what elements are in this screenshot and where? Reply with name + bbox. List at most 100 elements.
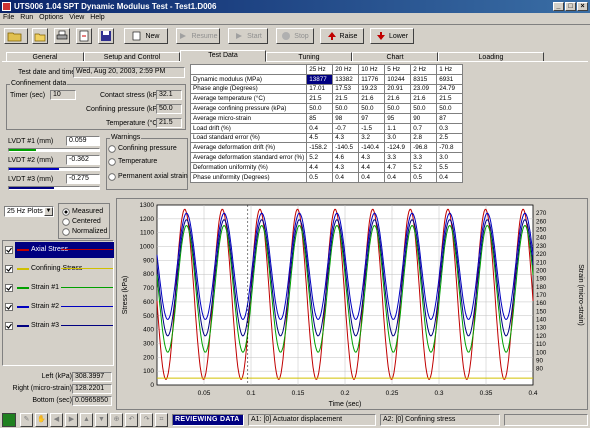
y2-tick-label: 260 <box>536 218 547 225</box>
y-tick-label: 1200 <box>140 216 155 223</box>
warning-indicator-icon <box>108 145 116 153</box>
plot-frequency-select[interactable]: 25 Hz Plots ▼ <box>4 206 54 217</box>
radio-normalized[interactable]: Normalized <box>62 227 110 237</box>
arrow-left-icon[interactable]: ◀ <box>50 413 63 427</box>
legend-item-strain-2[interactable]: Strain #2 <box>4 299 114 315</box>
legend-swatch-row: Strain #3 <box>15 318 114 334</box>
open-button[interactable] <box>32 28 48 44</box>
table-cell: 4.5 <box>306 132 334 144</box>
table-row: Phase angle (Degrees) 17.01 17.53 19.23 20.9… <box>189 83 464 95</box>
table-row: Load standard error (%) 4.5 4.3 3.2 3.0 2.8 2.… <box>189 132 464 144</box>
ruler-icon[interactable]: ⌗ <box>155 413 168 427</box>
resume-icon <box>180 33 187 39</box>
table-cell: 50.0 <box>410 103 438 114</box>
minimize-button[interactable]: _ <box>553 2 564 11</box>
export-button[interactable] <box>76 28 92 44</box>
y-tick-label: 800 <box>143 271 154 278</box>
tool-icon[interactable]: ✎ <box>20 413 33 427</box>
radio-centered[interactable]: Centered <box>62 217 110 227</box>
arrow-right-icon[interactable]: ▶ <box>65 413 78 427</box>
y2-tick-label: 270 <box>536 210 547 217</box>
undo-icon[interactable]: ↶ <box>125 413 138 427</box>
checkbox-checked-icon[interactable] <box>5 246 13 254</box>
start-button[interactable]: Start <box>228 28 268 44</box>
table-cell: 20.91 <box>384 83 412 95</box>
chart-svg[interactable]: 0.05 0.1 0.15 0.2 0.25 0.3 0.35 0.4 0 100 200 300 40… <box>117 199 589 411</box>
maximize-button[interactable]: □ <box>565 2 576 11</box>
y-tick-label: 600 <box>143 299 154 306</box>
raise-button[interactable]: Raise <box>320 28 364 44</box>
table-cell: 21.6 <box>384 93 412 105</box>
legend-swatch-row: Axial Stress <box>15 242 114 258</box>
checkbox-checked-icon[interactable] <box>5 265 13 273</box>
legend-line-icon <box>61 268 113 269</box>
arrow-up-icon[interactable]: ▲ <box>80 413 93 427</box>
readout-label: Bottom (sec) <box>32 397 72 404</box>
print-button[interactable] <box>54 28 70 44</box>
new-button[interactable]: New <box>124 28 168 44</box>
warning-label: Permanent axial strain <box>118 173 188 180</box>
radio-measured[interactable]: Measured <box>62 207 110 217</box>
menu-help[interactable]: Help <box>87 13 107 23</box>
menu-options[interactable]: Options <box>36 13 66 23</box>
folder-icon <box>7 32 22 42</box>
legend-line-icon <box>17 306 29 308</box>
menu-file[interactable]: File <box>0 13 17 23</box>
redo-icon[interactable]: ↷ <box>140 413 153 427</box>
timer-label: Timer (sec) <box>10 92 46 99</box>
checkbox-checked-icon[interactable] <box>5 322 13 330</box>
legend-item-strain-1[interactable]: Strain #1 <box>4 280 114 296</box>
row-header: Average temperature (°C) <box>189 93 308 105</box>
zoom-icon[interactable]: ⊕ <box>110 413 123 427</box>
confining-pressure-label: Confining pressure (kPa) <box>86 106 164 113</box>
table-cell: 21.5 <box>436 93 464 105</box>
lvdt3-bar-fill <box>9 187 54 189</box>
column-header: 2 Hz <box>410 64 438 75</box>
x-tick-label: 0.25 <box>386 390 399 397</box>
y2-tick-label: 110 <box>536 341 546 348</box>
readout-row: Left (kPa) 308.3997 <box>2 372 114 383</box>
y2-tick-label: 140 <box>536 317 547 324</box>
table-row: Average deformation drift (%) -158.2 -140.… <box>189 142 464 154</box>
arrow-up-icon <box>327 32 336 40</box>
menu-view[interactable]: View <box>66 13 87 23</box>
checkbox-checked-icon[interactable] <box>5 303 13 311</box>
stop-button[interactable]: Stop <box>276 28 314 44</box>
y-tick-label: 1000 <box>140 244 155 251</box>
checkbox-checked-icon[interactable] <box>5 284 13 292</box>
tab-panel-border <box>2 61 588 62</box>
table-cell: -70.8 <box>436 142 464 154</box>
table-cell: 50.0 <box>436 103 464 114</box>
legend-item-strain-3[interactable]: Strain #3 <box>4 318 114 334</box>
table-row: Dynamic modulus (MPa) 13877 13382 11776 1024… <box>189 73 464 85</box>
save-button[interactable] <box>98 28 114 44</box>
legend-item-axial-stress[interactable]: Axial Stress <box>4 242 114 258</box>
open-folder-button[interactable] <box>4 28 28 44</box>
menu-run[interactable]: Run <box>17 13 36 23</box>
table-cell: 24.79 <box>436 83 464 95</box>
tab-test-data[interactable]: Test Data <box>180 50 266 62</box>
hand-icon[interactable]: ✋ <box>35 413 48 427</box>
y-tick-label: 1100 <box>140 230 154 237</box>
y-tick-label: 200 <box>143 354 154 361</box>
lower-button[interactable]: Lower <box>370 28 414 44</box>
table-cell: 0.4 <box>306 122 334 134</box>
date-field: Wed, Aug 20, 2003, 2:59 PM <box>73 67 185 78</box>
stop-label: Stop <box>294 32 309 40</box>
close-button[interactable]: × <box>577 2 588 11</box>
export-icon <box>79 30 89 42</box>
table-cell: 4.6 <box>332 152 360 163</box>
timer-field: 10 <box>50 90 76 100</box>
table-cell: 8315 <box>410 73 438 85</box>
resume-button[interactable]: Resume <box>176 28 220 44</box>
legend-item-confining-stress[interactable]: Confining Stress <box>4 261 114 277</box>
legend-swatch-row: Strain #1 <box>15 280 114 296</box>
status-empty <box>504 414 588 426</box>
table-cell: 50.0 <box>306 103 334 114</box>
x-tick-label: 0.35 <box>480 390 493 397</box>
arrow-down-icon[interactable]: ▼ <box>95 413 108 427</box>
table-cell: 0.4 <box>384 171 412 183</box>
y2-tick-label: 160 <box>536 300 547 307</box>
table-cell: 0.5 <box>306 171 334 183</box>
chevron-down-icon[interactable]: ▼ <box>44 207 53 216</box>
